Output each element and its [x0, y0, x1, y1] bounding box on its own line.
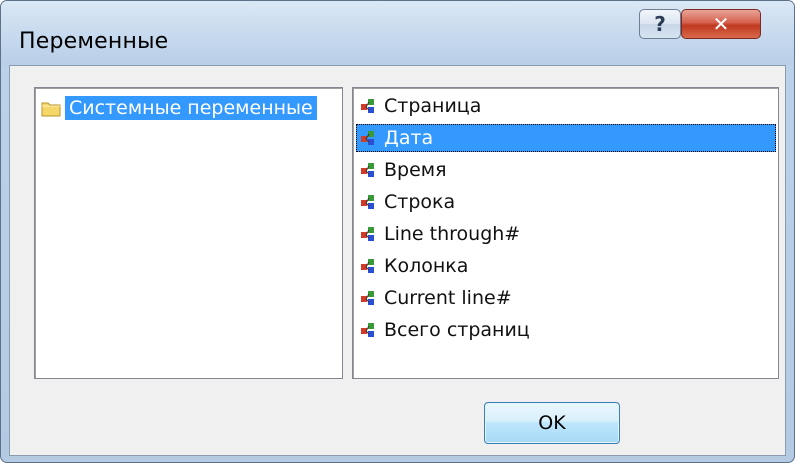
variable-icon [360, 225, 378, 243]
list-item[interactable]: Строка [356, 188, 776, 216]
dialog-client-area: Системные переменные Страница Дата Время Ст… [9, 65, 786, 456]
close-button[interactable]: ✕ [681, 9, 761, 39]
list-item-label: Колонка [384, 255, 469, 277]
variable-icon [360, 257, 378, 275]
list-item-label: Всего страниц [384, 319, 530, 341]
variable-icon [360, 321, 378, 339]
title-bar[interactable]: Переменные ? ✕ [1, 1, 794, 65]
tree-item-label: Системные переменные [65, 96, 317, 120]
ok-button[interactable]: OK [484, 402, 620, 444]
list-item[interactable]: Current line# [356, 284, 776, 312]
list-item-label: Страница [384, 95, 482, 117]
variable-icon [360, 161, 378, 179]
list-item-label: Строка [384, 191, 456, 213]
variables-dialog: Переменные ? ✕ Системные переменные Стра… [0, 0, 795, 463]
list-item-label: Current line# [384, 287, 512, 309]
variable-icon [360, 129, 378, 147]
close-icon: ✕ [712, 12, 730, 36]
variables-list[interactable]: Страница Дата Время Строка Line through# Коло… [352, 87, 779, 379]
list-item[interactable]: Колонка [356, 252, 776, 280]
list-item-label: Дата [384, 127, 434, 149]
tree-item-system-variables[interactable]: Системные переменные [41, 94, 317, 122]
list-item-label: Время [384, 159, 447, 181]
variable-icon [360, 289, 378, 307]
list-item-label: Line through# [384, 223, 521, 245]
folder-icon [41, 100, 61, 117]
list-item[interactable]: Line through# [356, 220, 776, 248]
question-icon: ? [654, 12, 666, 36]
ok-button-label: OK [538, 412, 566, 434]
variable-icon [360, 193, 378, 211]
variable-icon [360, 97, 378, 115]
list-item[interactable]: Всего страниц [356, 316, 776, 344]
list-item[interactable]: Дата [356, 124, 776, 152]
list-item[interactable]: Время [356, 156, 776, 184]
help-button[interactable]: ? [639, 9, 681, 39]
dialog-title: Переменные [19, 29, 169, 54]
category-tree[interactable]: Системные переменные [34, 87, 343, 379]
list-item[interactable]: Страница [356, 92, 776, 120]
